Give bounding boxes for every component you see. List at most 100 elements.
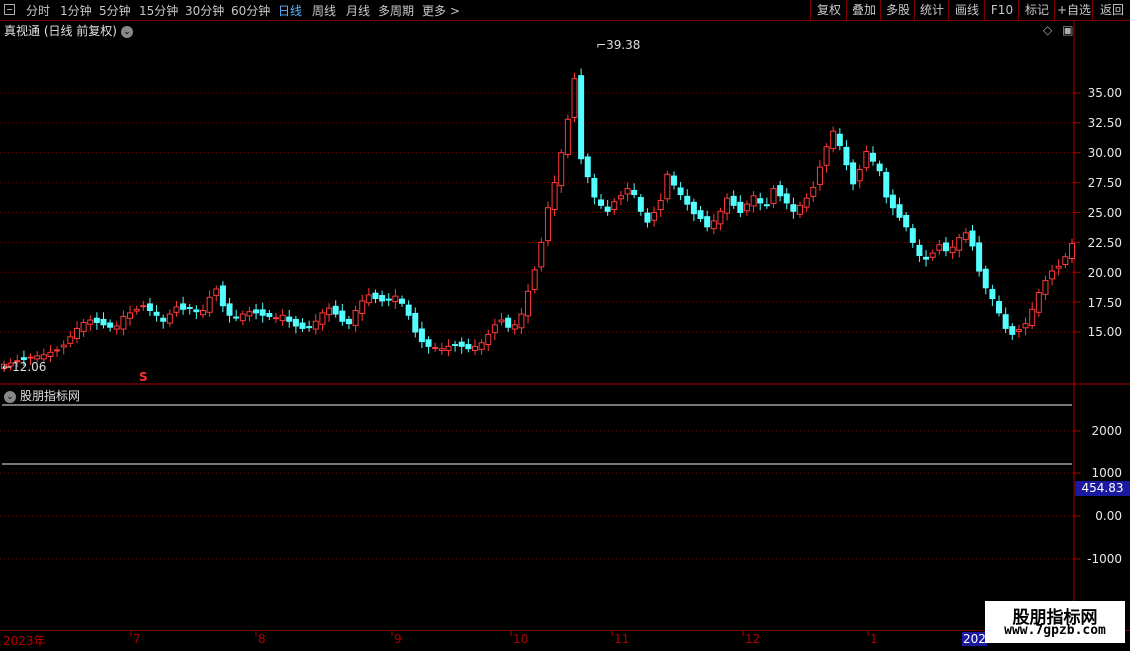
candle-body xyxy=(226,303,233,316)
candle-body xyxy=(790,204,797,212)
candle-body xyxy=(107,322,114,328)
candle-body xyxy=(432,347,439,350)
candle-body xyxy=(425,339,432,347)
candle-body xyxy=(525,290,532,317)
candle-body xyxy=(186,307,193,310)
candle-body xyxy=(399,298,406,304)
candle-body xyxy=(803,197,810,208)
candle-body xyxy=(883,171,890,198)
candle-body xyxy=(392,295,399,303)
candle-body xyxy=(538,241,545,268)
candle-body xyxy=(127,312,134,319)
candle-body xyxy=(717,210,724,225)
candle-body xyxy=(200,309,207,316)
kline-chart[interactable] xyxy=(0,0,1130,650)
indicator-tick: 0.00 xyxy=(1095,509,1122,523)
panel-tools: ◇ ▣ xyxy=(1043,23,1073,37)
candle-body xyxy=(856,168,863,182)
candle-body xyxy=(850,162,857,185)
high-price-label: ⌐39.38 xyxy=(596,38,641,52)
candlestick-series xyxy=(1,68,1075,373)
candle-body xyxy=(491,324,498,334)
candle-body xyxy=(379,295,386,302)
candle-body xyxy=(160,317,167,322)
candle-body xyxy=(869,152,876,162)
candle-body xyxy=(1015,329,1022,332)
date-label: 8 xyxy=(258,632,266,646)
candle-body xyxy=(180,303,187,310)
candle-body xyxy=(266,312,273,317)
sub-panel-title: ⌄ 股朋指标网 xyxy=(4,387,80,404)
candle-body xyxy=(743,203,750,212)
diamond-icon[interactable]: ◇ xyxy=(1043,23,1052,37)
candle-body xyxy=(1002,314,1009,329)
price-tick: 32.50 xyxy=(1087,116,1122,130)
chevron-down-icon[interactable]: ⌄ xyxy=(4,390,16,403)
candle-body xyxy=(942,242,949,252)
watermark-url: www.7gpzb.com xyxy=(1004,623,1106,638)
candle-body xyxy=(511,324,518,330)
candle-body xyxy=(306,326,313,329)
candle-body xyxy=(498,319,505,323)
price-tick: 17.50 xyxy=(1087,296,1122,310)
panel-toggle-icon[interactable]: ▣ xyxy=(1062,23,1073,37)
candle-body xyxy=(471,345,478,352)
candle-body xyxy=(246,311,253,317)
price-tick: 15.00 xyxy=(1087,325,1122,339)
candle-body xyxy=(757,198,764,204)
candle-body xyxy=(936,244,943,251)
candle-body xyxy=(173,306,180,313)
candle-body xyxy=(604,206,611,212)
candle-body xyxy=(624,188,631,195)
candle-body xyxy=(67,336,74,344)
candle-body xyxy=(929,252,936,258)
candle-body xyxy=(657,200,664,211)
indicator-current-value: 454.83 xyxy=(1075,481,1130,496)
price-tick: 27.50 xyxy=(1087,176,1122,190)
candle-body xyxy=(253,309,260,314)
date-label: 7 xyxy=(133,632,141,646)
date-label: 1 xyxy=(870,632,878,646)
candle-body xyxy=(631,189,638,196)
candle-body xyxy=(644,212,651,223)
candle-body xyxy=(710,220,717,230)
chart-grid xyxy=(0,20,1130,636)
candle-body xyxy=(259,309,266,316)
date-label: 12 xyxy=(745,632,761,646)
candle-body xyxy=(465,344,472,350)
candle-body xyxy=(73,327,80,340)
candle-body xyxy=(637,197,644,212)
candle-body xyxy=(777,185,784,197)
candle-body xyxy=(505,317,512,328)
candle-body xyxy=(113,325,120,330)
candle-body xyxy=(969,230,976,247)
candle-body xyxy=(412,312,419,333)
indicator-tick: 2000 xyxy=(1091,424,1122,438)
candle-body xyxy=(478,342,485,350)
candle-body xyxy=(40,354,47,360)
candle-body xyxy=(312,320,319,330)
candle-body xyxy=(1049,270,1056,280)
date-label: 10 xyxy=(513,632,529,646)
date-axis: 2023年 7 8 9 10 11 12 1 202 xyxy=(0,630,1130,651)
candle-body xyxy=(617,195,624,200)
candle-body xyxy=(60,344,67,348)
candle-body xyxy=(916,244,923,257)
candle-body xyxy=(133,308,140,312)
candle-body xyxy=(591,177,598,198)
chevron-down-icon[interactable]: ⌄ xyxy=(121,25,133,38)
candle-body xyxy=(690,201,697,215)
indicator-name: 股朋指标网 xyxy=(20,389,81,403)
candle-body xyxy=(166,313,173,324)
date-label: 9 xyxy=(394,632,402,646)
candle-body xyxy=(956,237,963,251)
candle-body xyxy=(146,303,153,311)
stock-title: 真视通 (日线 前复权) xyxy=(4,24,117,38)
candle-body xyxy=(239,313,246,322)
candle-body xyxy=(418,328,425,343)
candle-body xyxy=(206,296,213,313)
candle-body xyxy=(704,216,711,228)
candle-body xyxy=(797,204,804,215)
candle-body xyxy=(87,319,94,325)
candle-body xyxy=(763,204,770,207)
